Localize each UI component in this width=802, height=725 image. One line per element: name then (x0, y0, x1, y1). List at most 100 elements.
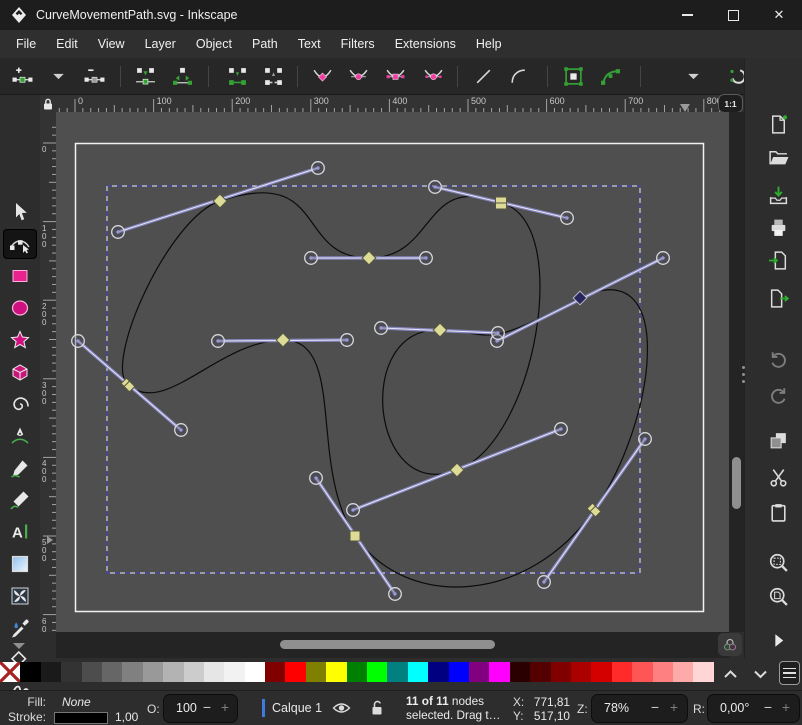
tool-star[interactable] (3, 325, 37, 355)
palette-swatch-ffff00[interactable] (326, 662, 346, 682)
palette-swatch-000000[interactable] (20, 662, 40, 682)
node-smooth-button[interactable] (345, 63, 372, 90)
duplicate-icon[interactable] (761, 425, 795, 455)
tool-mesh[interactable] (3, 581, 37, 611)
opacity-decrease-button[interactable]: − (203, 699, 211, 715)
palette-swatch-ffaaaa[interactable] (673, 662, 693, 682)
horizontal-scrollbar-thumb[interactable] (280, 640, 495, 649)
palette-scroll-down-icon[interactable] (749, 666, 771, 682)
fill-value[interactable]: None (62, 695, 91, 709)
open-document-icon[interactable] (761, 142, 795, 172)
palette-swatch-008080[interactable] (387, 662, 407, 682)
palette-swatch-1a1a1a[interactable] (41, 662, 61, 682)
palette-scroll-up-icon[interactable] (719, 666, 741, 682)
palette-swatch-aa0000[interactable] (571, 662, 591, 682)
horizontal-ruler[interactable]: 0100200300400500600700800 (56, 95, 729, 112)
opacity-increase-button[interactable]: + (221, 699, 229, 715)
maximize-button[interactable] (710, 0, 756, 30)
zoom-value[interactable]: 78% (604, 701, 629, 715)
palette-swatch-ffffff[interactable] (245, 662, 265, 682)
palette-swatch-008000[interactable] (347, 662, 367, 682)
node-symmetric-button[interactable] (382, 63, 409, 90)
path-node[interactable] (350, 531, 360, 541)
insert-node-button[interactable] (9, 63, 36, 90)
dock-splitter-handle[interactable] (742, 366, 745, 383)
minimize-button[interactable] (664, 0, 710, 30)
tool-box-3d[interactable] (3, 357, 37, 387)
save-document-icon[interactable] (761, 180, 795, 210)
palette-swatch-b3b3b3[interactable] (163, 662, 183, 682)
color-managed-display-icon[interactable] (718, 633, 742, 656)
palette-swatch-e6e6e6[interactable] (204, 662, 224, 682)
tool-ellipse[interactable] (3, 293, 37, 323)
stroke-to-path-button[interactable] (597, 63, 624, 90)
menu-item-path[interactable]: Path (242, 32, 288, 56)
layer-visibility-eye-icon[interactable] (332, 701, 351, 715)
break-nodes-button[interactable] (169, 63, 196, 90)
rotation-value[interactable]: 0,00° (720, 701, 749, 715)
path-node[interactable] (276, 333, 290, 347)
opacity-spinbox[interactable]: 100 − + (163, 694, 238, 723)
paste-icon[interactable] (761, 497, 795, 527)
more-options-dropdown[interactable] (680, 63, 707, 90)
tool-calligraphy[interactable] (3, 485, 37, 515)
palette-menu-button[interactable] (779, 661, 800, 685)
export-icon[interactable] (761, 283, 795, 313)
rotation-spinbox[interactable]: 0,00° − + (707, 694, 800, 723)
zoom-decrease-button[interactable]: − (651, 699, 659, 715)
object-to-path-button[interactable] (560, 63, 587, 90)
segment-curve-button[interactable] (505, 63, 532, 90)
undo-icon[interactable] (761, 342, 795, 372)
palette-swatch-ff0000[interactable] (285, 662, 305, 682)
new-document-icon[interactable] (761, 109, 795, 139)
palette-swatch-f2f2f2[interactable] (224, 662, 244, 682)
zoom-selection-icon[interactable] (761, 547, 795, 577)
zoom-increase-button[interactable]: + (670, 699, 678, 715)
palette-swatch-none[interactable] (0, 662, 20, 682)
path-node[interactable] (433, 323, 447, 337)
tool-dropper[interactable] (3, 613, 37, 643)
palette-swatch-999999[interactable] (143, 662, 163, 682)
zoom-spinbox[interactable]: 78% − + (591, 694, 688, 723)
palette-swatch-ff5555[interactable] (632, 662, 652, 682)
tool-spiral[interactable] (3, 389, 37, 419)
palette-swatch-ff8080[interactable] (653, 662, 673, 682)
palette-swatch-cccccc[interactable] (184, 662, 204, 682)
expand-dock-icon[interactable] (761, 625, 795, 655)
menu-item-extensions[interactable]: Extensions (385, 32, 466, 56)
menu-item-object[interactable]: Object (186, 32, 242, 56)
join-nodes-button[interactable] (132, 63, 159, 90)
tool-pencil[interactable] (3, 453, 37, 483)
stroke-color-swatch[interactable] (54, 712, 108, 724)
opacity-value[interactable]: 100 (176, 701, 197, 715)
palette-swatch-2b0000[interactable] (510, 662, 530, 682)
delete-node-button[interactable] (81, 63, 108, 90)
tool-selector[interactable] (3, 197, 37, 227)
tool-gradient[interactable] (3, 549, 37, 579)
vertical-ruler[interactable]: 01 0 02 0 03 0 04 0 05 0 06 0 0 (40, 112, 56, 632)
print-icon[interactable] (761, 212, 795, 242)
menu-item-text[interactable]: Text (288, 32, 331, 56)
cut-icon[interactable] (761, 462, 795, 492)
palette-swatch-ffd5d5[interactable] (693, 662, 713, 682)
menu-item-filters[interactable]: Filters (331, 32, 385, 56)
menu-item-layer[interactable]: Layer (135, 32, 186, 56)
insert-node-options-dropdown[interactable] (45, 63, 72, 90)
layer-lock-open-icon[interactable] (370, 699, 384, 716)
node-auto-button[interactable] (420, 63, 447, 90)
toolbox-scroll-icon[interactable] (13, 643, 25, 649)
bezier-path[interactable] (123, 193, 648, 587)
path-node[interactable] (450, 463, 464, 477)
palette-swatch-333333[interactable] (61, 662, 81, 682)
join-with-segment-button[interactable] (224, 63, 251, 90)
import-icon[interactable] (761, 245, 795, 275)
palette-swatch-800000[interactable] (551, 662, 571, 682)
segment-line-button[interactable] (470, 63, 497, 90)
zoom-1-1-button[interactable]: 1:1 (718, 94, 743, 113)
menu-item-file[interactable]: File (6, 32, 46, 56)
palette-swatch-800000[interactable] (265, 662, 285, 682)
palette-swatch-550000[interactable] (530, 662, 550, 682)
horizontal-scrollbar[interactable] (56, 632, 729, 658)
palette-swatch-ff2a2a[interactable] (612, 662, 632, 682)
ruler-lock-icon[interactable] (40, 95, 56, 112)
